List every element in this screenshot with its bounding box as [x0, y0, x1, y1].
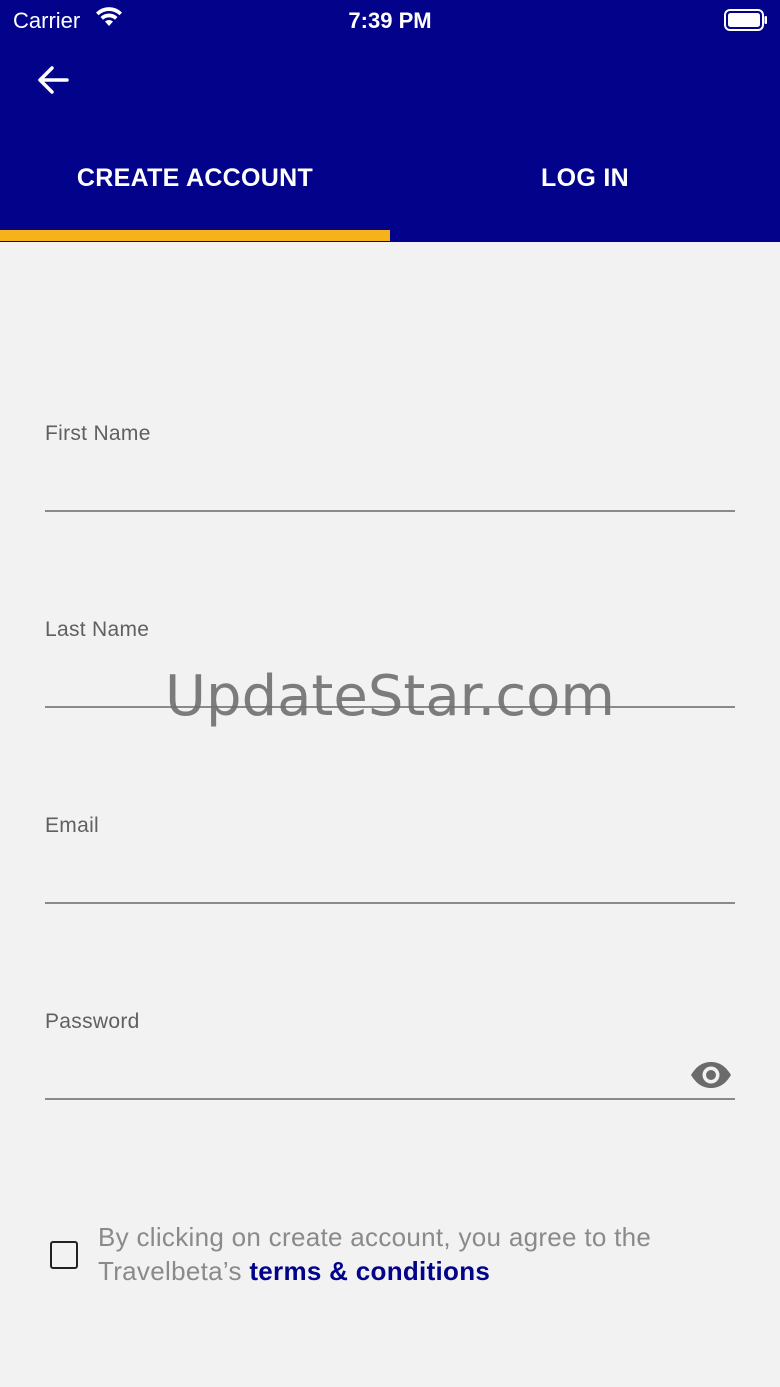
first-name-input[interactable]: [45, 462, 735, 512]
terms-checkbox[interactable]: [50, 1241, 78, 1269]
watermark: UpdateStar.com: [165, 664, 615, 729]
email-field: Email: [45, 814, 735, 914]
first-name-label: First Name: [45, 422, 151, 445]
tab-create-account-label: CREATE ACCOUNT: [76, 164, 314, 192]
terms-text-prefix: Travelbeta’s: [98, 1256, 250, 1286]
terms-text-line1: By clicking on create account, you agree…: [98, 1222, 652, 1252]
eye-icon[interactable]: [689, 1060, 733, 1090]
arrow-left-icon: [38, 66, 69, 94]
password-input[interactable]: [45, 1050, 735, 1100]
password-label: Password: [45, 1010, 140, 1033]
email-input[interactable]: [45, 854, 735, 904]
auth-tabs: CREATE ACCOUNT LOG IN: [0, 140, 780, 242]
status-bar: Carrier 7:39 PM: [0, 0, 780, 40]
first-name-field: First Name: [45, 422, 735, 522]
battery-icon: [724, 9, 767, 31]
back-button[interactable]: [30, 60, 76, 100]
terms-link[interactable]: terms & conditions: [249, 1256, 490, 1286]
active-tab-indicator: [0, 230, 390, 241]
tab-log-in[interactable]: LOG IN: [390, 140, 780, 242]
password-field: Password: [45, 1010, 735, 1110]
last-name-label: Last Name: [45, 618, 150, 641]
tab-create-account[interactable]: CREATE ACCOUNT: [0, 140, 390, 242]
status-time: 7:39 PM: [348, 8, 432, 33]
terms-text: By clicking on create account, you agree…: [98, 1220, 738, 1288]
email-label: Email: [45, 814, 100, 837]
tab-log-in-label: LOG IN: [541, 164, 629, 192]
app-header: Carrier 7:39 PM CREATE ACCOUNT LOG IN: [0, 0, 780, 242]
